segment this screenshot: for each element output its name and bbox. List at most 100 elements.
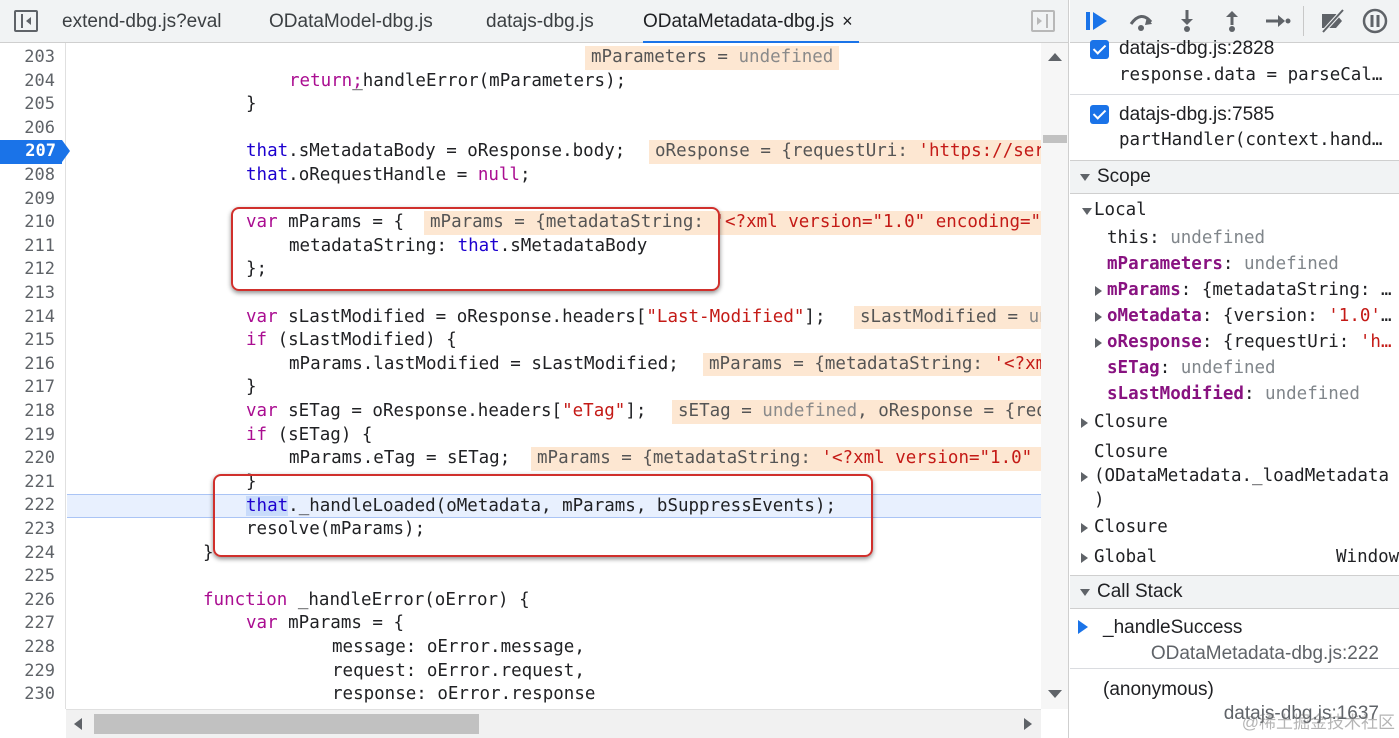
line-number[interactable]: 217 [0, 376, 61, 400]
code-line: mParams.lastModified = sLastModified; mPa… [67, 352, 1041, 377]
code-line: var sETag = oResponse.headers["eTag"]; sE… [67, 400, 1041, 424]
line-number-gutter[interactable]: 203 204 205 206 207 208 209 210 211 212 213 214 215 2… [0, 43, 70, 709]
line-number[interactable]: 225 [0, 565, 61, 589]
code-line: that.oRequestHandle = null; [246, 165, 531, 185]
callstack-section-header[interactable]: Call Stack [1070, 575, 1399, 609]
scope-title: Scope [1097, 166, 1151, 187]
resume-icon[interactable] [1082, 8, 1112, 34]
tab-odatamodel-dbg[interactable]: ODataModel-dbg.js [269, 0, 433, 43]
breakpoint-checkbox[interactable] [1090, 105, 1109, 124]
code-view[interactable]: 203 204 205 206 207 208 209 210 211 212 213 214 215 2… [0, 43, 1041, 709]
scope-var-oresponse[interactable]: oResponse: {requestUri: 'h… [1107, 332, 1391, 352]
line-number[interactable]: 211 [0, 235, 61, 259]
expand-triangle-icon[interactable] [1095, 312, 1102, 322]
scroll-right-icon[interactable] [1024, 718, 1032, 730]
inline-value: mParams = {metadataString: '<?xml versio… [424, 211, 1041, 235]
line-number[interactable]: 226 [0, 589, 61, 613]
step-icon[interactable] [1262, 8, 1292, 34]
code-line: } [246, 471, 257, 492]
expand-triangle-icon[interactable] [1081, 472, 1088, 482]
breakpoint-line-number[interactable]: 207 [0, 140, 70, 164]
code-line: } [203, 542, 214, 563]
callstack-frame-function[interactable]: (anonymous) [1103, 679, 1214, 701]
scope-var-setag[interactable]: sETag: undefined [1107, 358, 1276, 378]
line-number[interactable]: 205 [0, 93, 61, 117]
expand-triangle-icon[interactable] [1081, 418, 1088, 428]
expand-triangle-icon[interactable] [1095, 286, 1102, 296]
line-number[interactable]: 212 [0, 258, 61, 282]
expand-triangle-icon[interactable] [1082, 208, 1092, 215]
collapse-triangle-icon [1080, 174, 1090, 181]
inline-value: mParams = {metadataString: '<?xml versio… [531, 447, 1041, 471]
scroll-up-icon[interactable] [1048, 53, 1062, 61]
horizontal-scrollbar[interactable] [66, 709, 1041, 738]
code-line: var sLastModified = oResponse.headers["L… [67, 305, 1041, 330]
tab-datajs-dbg[interactable]: datajs-dbg.js [486, 0, 594, 43]
breakpoint-code: response.data = parseCal… [1119, 65, 1383, 85]
breakpoint-checkbox[interactable] [1090, 40, 1109, 59]
scope-closure-label[interactable]: Closure [1094, 442, 1168, 462]
line-number[interactable]: 229 [0, 660, 61, 684]
code-line: _handleError(mParameters); mParameters =… [67, 46, 1041, 91]
line-number[interactable]: 222 [0, 494, 61, 518]
line-number[interactable]: 223 [0, 518, 61, 542]
scope-var-mparameters[interactable]: mParameters: undefined [1107, 254, 1339, 274]
scope-local[interactable]: Local [1094, 200, 1147, 220]
scope-global[interactable]: Global [1094, 547, 1157, 567]
current-frame-arrow-icon [1078, 620, 1088, 634]
line-number[interactable]: 206 [0, 117, 61, 141]
expand-triangle-icon[interactable] [1081, 553, 1088, 563]
scope-closure-name-end: ) [1094, 490, 1105, 510]
step-over-icon[interactable] [1126, 8, 1156, 34]
line-number[interactable]: 228 [0, 636, 61, 660]
toggle-navigator-icon[interactable] [14, 10, 38, 32]
vertical-scrollbar[interactable] [1041, 43, 1068, 709]
line-number[interactable]: 219 [0, 424, 61, 448]
code-line: mParams.eTag = sETag; mParams = {metadata… [67, 447, 1041, 471]
line-number[interactable]: 231 [0, 707, 61, 709]
line-number[interactable]: 204 [0, 70, 61, 94]
code-line: return; [289, 70, 363, 91]
callstack-frame-location[interactable]: ODataMetadata-dbg.js:222 [1151, 643, 1379, 665]
line-number[interactable]: 230 [0, 683, 61, 707]
line-number[interactable]: 224 [0, 542, 61, 566]
toggle-debugger-sidebar-icon[interactable] [1031, 10, 1055, 32]
callstack-frame-function[interactable]: _handleSuccess [1103, 617, 1242, 639]
step-out-icon[interactable] [1217, 8, 1247, 34]
scope-var-slastmodified[interactable]: sLastModified: undefined [1107, 384, 1360, 404]
line-number[interactable]: 209 [0, 188, 61, 212]
scope-section-header[interactable]: Scope [1070, 160, 1399, 194]
vertical-scroll-thumb[interactable] [1043, 135, 1067, 143]
line-number[interactable]: 215 [0, 329, 61, 353]
line-number[interactable]: 208 [0, 164, 61, 188]
inline-value: mParameters = undefined [585, 46, 840, 70]
scope-var-ometadata[interactable]: oMetadata: {version: '1.0'… [1107, 306, 1392, 326]
line-number[interactable]: 214 [0, 306, 61, 330]
scope-closure[interactable]: Closure [1094, 517, 1168, 537]
deactivate-breakpoints-icon[interactable] [1318, 8, 1348, 34]
scope-var-this[interactable]: this: undefined [1107, 228, 1265, 248]
scope-var-mparams[interactable]: mParams: {metadataString: … [1107, 280, 1392, 300]
line-number[interactable]: 203 [0, 46, 61, 70]
line-number[interactable]: 227 [0, 612, 61, 636]
tab-odatametadata-dbg[interactable]: ODataMetadata-dbg.js × [643, 0, 859, 43]
line-number[interactable]: 210 [0, 211, 61, 235]
line-number[interactable]: 221 [0, 471, 61, 495]
line-number[interactable]: 213 [0, 282, 61, 306]
line-number[interactable]: 216 [0, 353, 61, 377]
expand-triangle-icon[interactable] [1081, 523, 1088, 533]
scope-closure[interactable]: Closure [1094, 412, 1168, 432]
step-into-icon[interactable] [1172, 8, 1202, 34]
tab-extend-dbg[interactable]: extend-dbg.js?eval [62, 0, 222, 43]
horizontal-scroll-thumb[interactable] [94, 714, 479, 734]
divider [1070, 94, 1399, 95]
expand-triangle-icon[interactable] [1095, 338, 1102, 348]
close-tab-icon[interactable]: × [842, 11, 853, 31]
pause-on-exceptions-icon[interactable] [1360, 8, 1390, 34]
line-number[interactable]: 218 [0, 400, 61, 424]
scroll-down-icon[interactable] [1048, 690, 1062, 698]
line-number[interactable]: 220 [0, 447, 61, 471]
scroll-left-icon[interactable] [74, 718, 82, 730]
